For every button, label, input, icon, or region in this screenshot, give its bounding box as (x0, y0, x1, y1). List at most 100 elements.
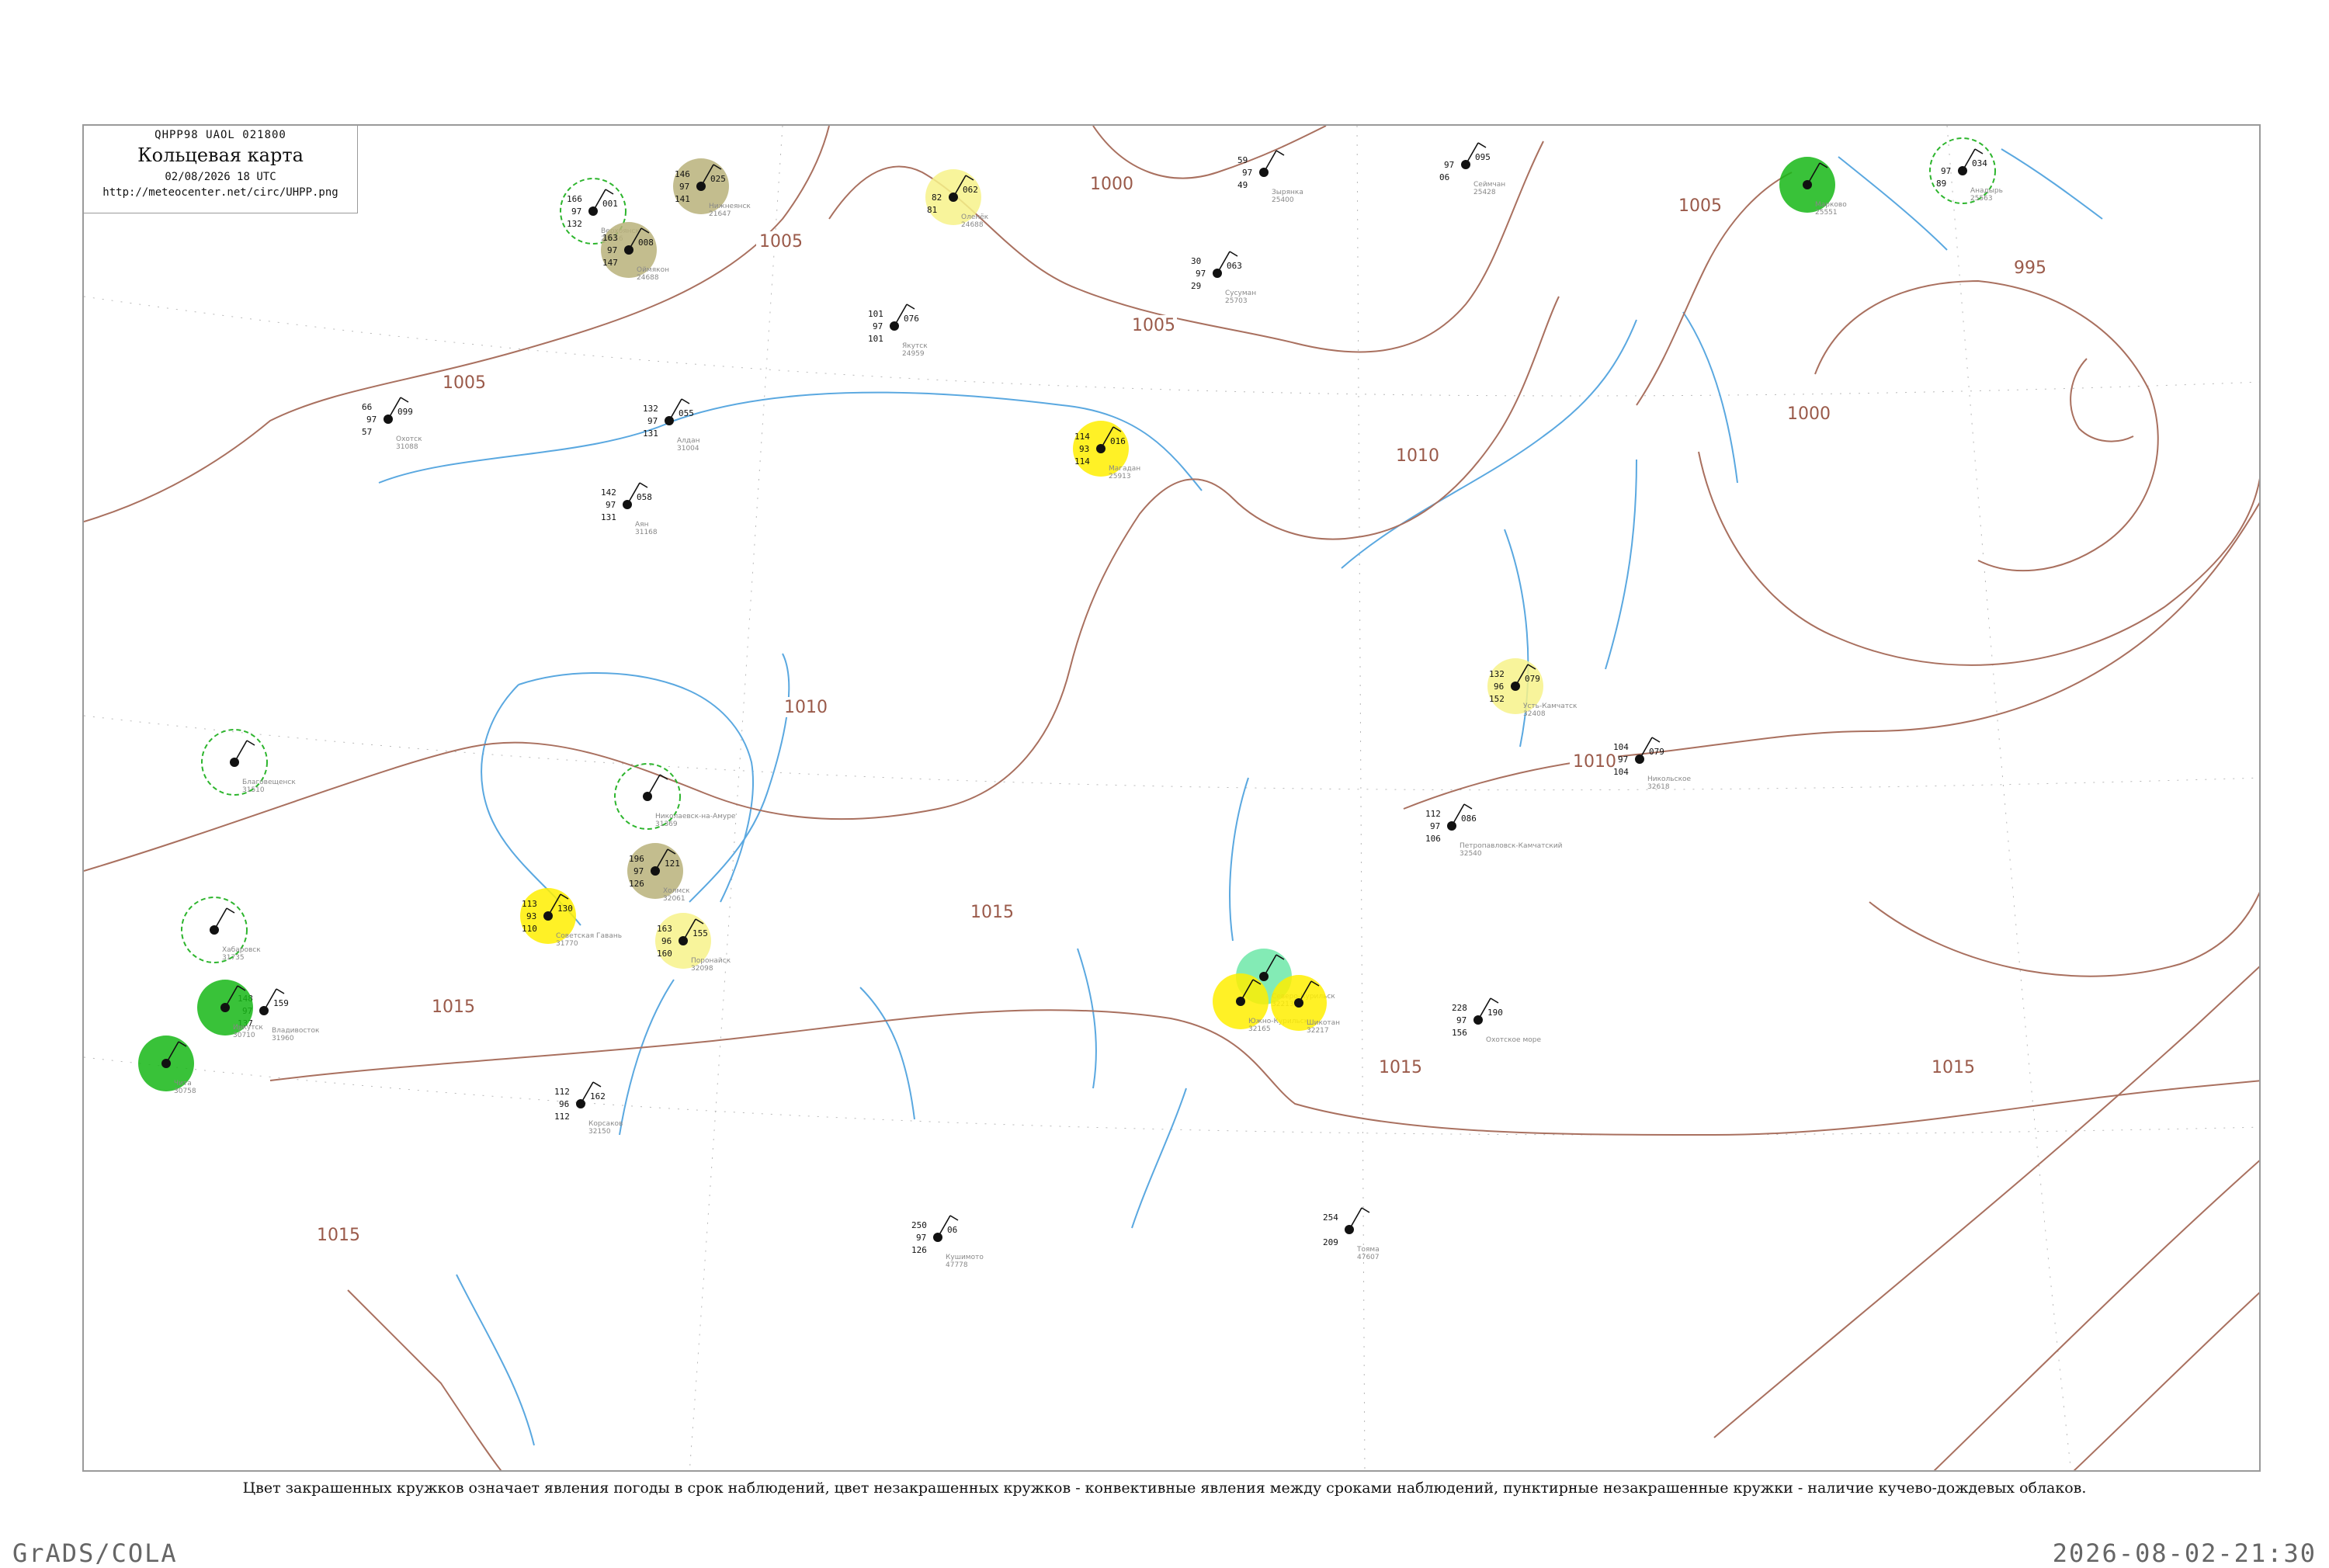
station-temp: 97 (873, 321, 883, 331)
station-plot[interactable]: 132 97 131 055 Алдан31004 (643, 398, 700, 453)
synoptic-map[interactable]: 995 1000 1000 1005 1005 1005 1005 1010 1… (84, 126, 2261, 1472)
station-plot[interactable]: 112 96 112 162 Корсаков32150 (554, 1081, 623, 1136)
station-vis: 163 (602, 233, 618, 243)
station-vis: 196 (629, 854, 644, 864)
isobar-995 (1814, 279, 2159, 572)
station-id: 24688 (961, 221, 984, 229)
wind-barb-feather (659, 774, 668, 780)
station-vis: 166 (567, 194, 582, 204)
station-plot[interactable]: 163 97 147 008 Оймякон24688 (601, 222, 669, 282)
station-id: 32540 (1460, 850, 1482, 858)
station-id: 47607 (1357, 1254, 1380, 1261)
station-dew: 126 (911, 1245, 927, 1255)
station-dew: 209 (1323, 1237, 1338, 1247)
isobar-label-1015-south: 1015 (1379, 1058, 1422, 1077)
isobar-east-lobe (1869, 891, 2259, 977)
station-pressure: 016 (1110, 436, 1126, 446)
station-plot[interactable]: 114 93 114 016 Магадан25913 (1073, 421, 1140, 480)
station-name: Сусуман (1225, 290, 1256, 297)
wind-barb-feather (246, 740, 255, 746)
station-temp: 97 (607, 245, 617, 255)
station-plot[interactable]: 142 97 131 058 Аян31168 (601, 482, 658, 536)
station-name: Сеймчан (1473, 181, 1505, 189)
station-pressure: 079 (1525, 674, 1540, 684)
water-lines (378, 148, 2103, 1446)
wind-barb-feather (226, 907, 235, 914)
station-id: 25428 (1473, 189, 1496, 196)
station-plot[interactable]: 104 97 104 079 Никольское32618 (1613, 737, 1692, 791)
station-plot[interactable]: 228 97 156 190 Охотское море (1452, 997, 1541, 1044)
station-plot[interactable]: 101 97 101 076 Якутск24959 (868, 304, 928, 358)
station-plot[interactable]: 97 89 034 Анадырь25563 (1929, 137, 2003, 204)
station-temp: 93 (526, 911, 536, 921)
station-plot[interactable]: 250 97 126 06 Кушимото47778 (911, 1215, 984, 1269)
station-vis: 146 (675, 169, 690, 179)
station-temp: 82 (932, 193, 942, 203)
station-dew: 57 (362, 427, 372, 437)
station-plot[interactable]: 132 96 152 079 Усть-Камчатск32408 (1487, 658, 1578, 718)
station-pressure: 190 (1487, 1008, 1503, 1018)
station-name: Анадырь (1970, 187, 2003, 195)
station-id: 25913 (1109, 473, 1131, 480)
station-plot[interactable]: Благовещенск31510 (201, 729, 296, 796)
station-plot[interactable]: 112 97 106 086 Петропавловск-Камчатский32540 (1425, 803, 1563, 858)
station-id: 47778 (946, 1261, 968, 1269)
station-vis: 104 (1613, 742, 1629, 752)
station-vis: 59 (1237, 155, 1248, 165)
station-id: 32150 (588, 1128, 611, 1136)
station-vis: 163 (657, 924, 672, 934)
station-name: Кушимото (946, 1254, 984, 1261)
isobar-1000-east (1698, 451, 2259, 666)
station-plot[interactable]: Шикотан32217 (1271, 975, 1340, 1035)
station-pressure: 062 (963, 185, 978, 195)
station-temp: 97 (1618, 755, 1628, 765)
station-id: 30758 (174, 1088, 196, 1095)
station-plot[interactable]: 113 93 110 130 Советская Гавань31770 (520, 888, 622, 948)
station-id: 24959 (902, 350, 925, 358)
station-plot[interactable]: Хабаровск31735 (181, 897, 261, 963)
isobar-label-1015-west: 1015 (432, 997, 475, 1017)
station-plot[interactable]: Николаевск-на-Амуре31369 (614, 763, 736, 830)
station-plot[interactable]: 97 06 095 Сеймчан25428 (1439, 142, 1505, 196)
station-vis: 254 (1323, 1212, 1338, 1223)
station-temp: 97 (366, 415, 377, 425)
station-name: Никольское (1647, 775, 1692, 783)
isobar-label-1015-sw: 1015 (317, 1226, 360, 1245)
map-header: QHPP98 UAOL 021800 Кольцевая карта 02/08… (84, 126, 358, 213)
station-dew: 112 (554, 1112, 570, 1122)
station-pressure: 055 (679, 408, 694, 418)
station-vis: 132 (1489, 669, 1505, 679)
station-pressure: 001 (602, 199, 618, 209)
station-vis: 112 (1425, 809, 1441, 819)
station-dew: 106 (1425, 834, 1441, 844)
station-pressure: 008 (638, 238, 654, 248)
station-plot[interactable]: 59 97 49 Зырянка25400 (1237, 150, 1303, 204)
station-name: Петропавловск-Камчатский (1460, 842, 1563, 850)
isobar-label-1015-east: 1015 (1932, 1058, 1975, 1077)
station-id: 25563 (1970, 195, 1993, 203)
station-dew: 114 (1074, 456, 1090, 467)
station-temp: 97 (1430, 821, 1440, 831)
station-plot[interactable]: 66 97 57 099 Охотск31088 (362, 397, 422, 451)
station-plot[interactable]: 146 97 141 025 Нижнеянск21647 (673, 158, 751, 218)
station-id: 31088 (396, 443, 418, 451)
isobar-label-1005-mid: 1005 (1132, 316, 1175, 335)
legend-caption: Цвет закрашенных кружков означает явлени… (242, 1480, 2087, 1497)
station-plot[interactable]: 196 97 126 121 Холмск32061 (627, 843, 690, 903)
station-name: Шикотан (1307, 1019, 1340, 1027)
station-plot[interactable]: 30 97 29 063 Сусуман25703 (1191, 251, 1256, 305)
isobar-label-1010-west: 1010 (784, 698, 828, 717)
station-plot[interactable]: Иркутск30710 (197, 980, 263, 1039)
station-plot[interactable]: 82 81 062 Оленёк24688 (925, 169, 989, 229)
map-date: 02/08/2026 18 UTC (165, 171, 276, 183)
station-pressure: 086 (1461, 813, 1477, 824)
source-url[interactable]: http://meteocenter.net/circ/UHPP.png (84, 186, 357, 199)
station-vis: 228 (1452, 1003, 1467, 1013)
station-plot[interactable]: 254 209 Тояма47607 (1323, 1207, 1380, 1261)
station-id: 32165 (1248, 1025, 1271, 1033)
station-plot[interactable]: Марково25551 (1779, 157, 1847, 217)
station-plot[interactable]: Чита30758 (138, 1036, 196, 1095)
station-plot[interactable]: 163 96 160 155 Поронайск32098 (655, 913, 731, 973)
station-pressure: 079 (1649, 747, 1664, 757)
wind-barb (1348, 1207, 1362, 1230)
